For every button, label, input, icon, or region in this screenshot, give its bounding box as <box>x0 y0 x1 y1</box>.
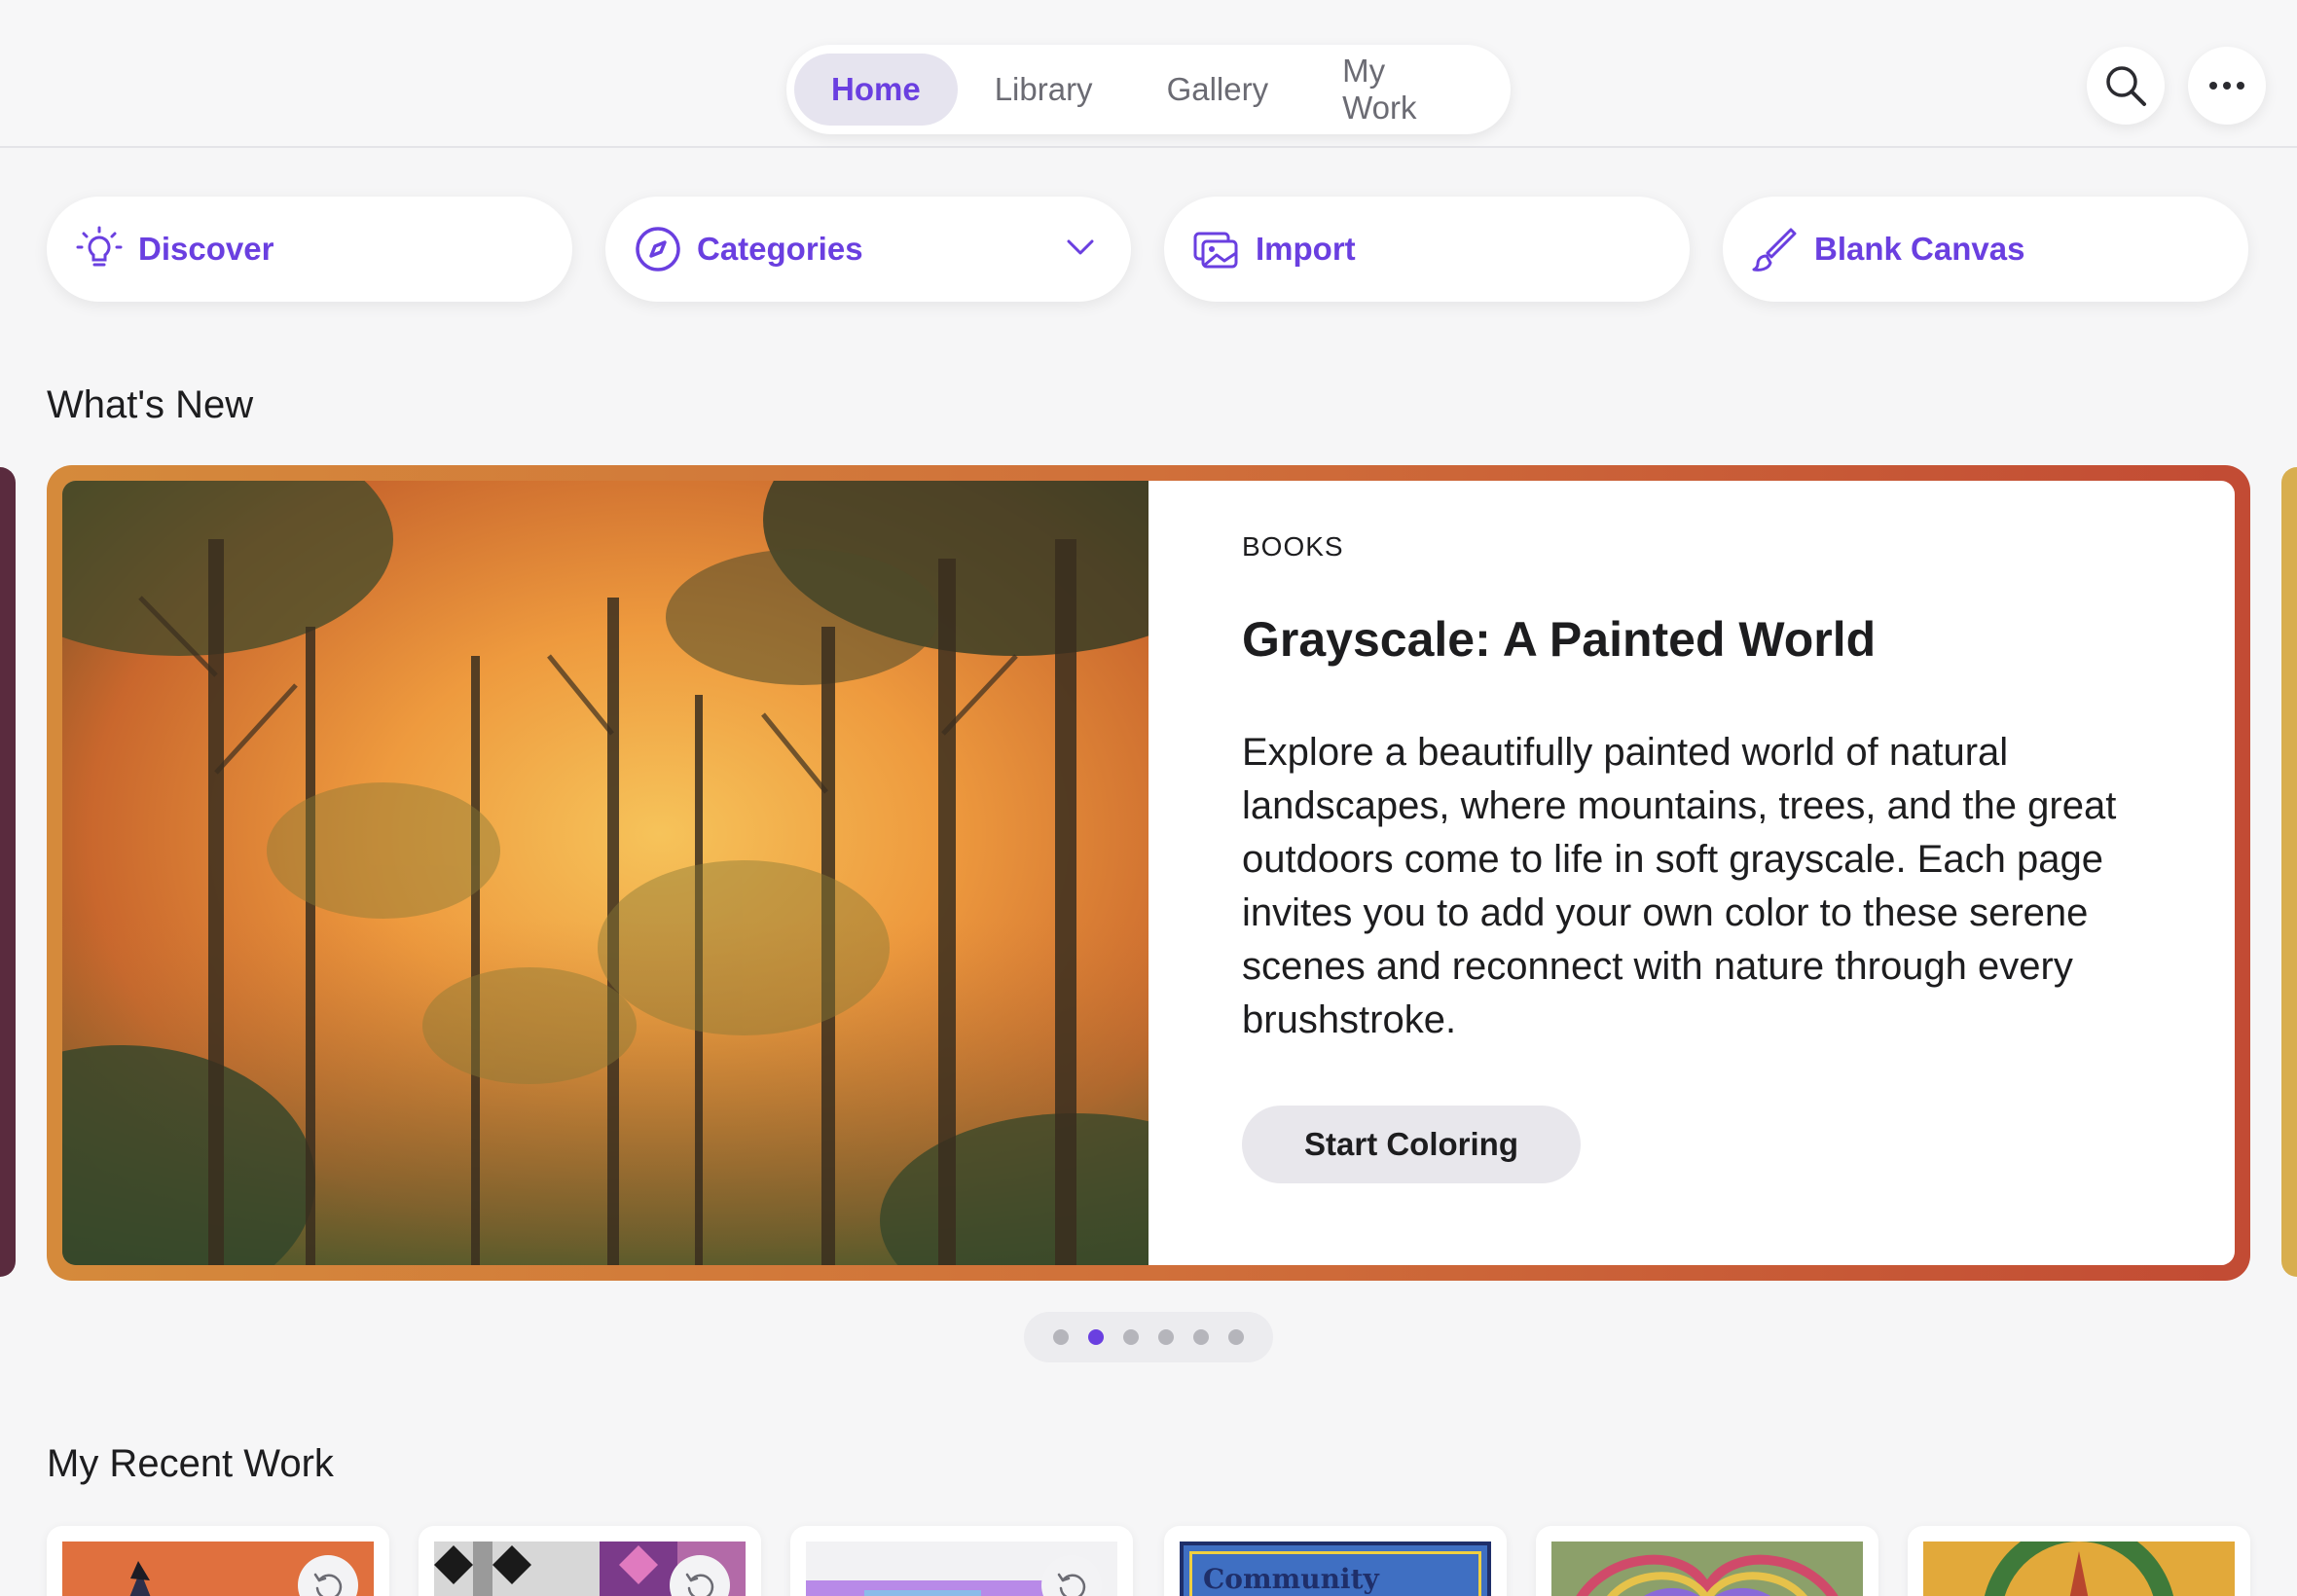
import-label: Import <box>1256 231 1356 267</box>
featured-category: BOOKS <box>1242 531 1344 562</box>
pager-dot[interactable] <box>1228 1329 1244 1345</box>
chevron-down-icon <box>1067 239 1094 255</box>
featured-title: Grayscale: A Painted World <box>1242 612 1877 667</box>
search-button[interactable] <box>2087 47 2165 125</box>
recent-work-item[interactable] <box>1908 1526 2250 1596</box>
images-icon <box>1193 226 1240 272</box>
import-button[interactable]: Import <box>1164 197 1690 302</box>
next-card-peek[interactable] <box>2281 467 2297 1277</box>
tab-my-work[interactable]: My Work <box>1305 53 1503 126</box>
blank-canvas-label: Blank Canvas <box>1814 231 2025 267</box>
pager-dot-active[interactable] <box>1088 1329 1104 1345</box>
revert-icon <box>685 1573 714 1596</box>
featured-artwork <box>62 481 1269 1265</box>
discover-button[interactable]: Discover <box>47 197 572 302</box>
featured-description: Explore a beautifully painted world of n… <box>1242 731 2117 1041</box>
artwork-thumbnail <box>434 1542 746 1596</box>
more-button[interactable] <box>2188 47 2266 125</box>
artwork-thumbnail <box>1551 1542 1863 1596</box>
artwork-thumbnail <box>62 1542 374 1596</box>
artwork-thumbnail-text: Community <box>1203 1563 1379 1595</box>
recent-work-item[interactable] <box>1536 1526 1878 1596</box>
recent-work-heading: My Recent Work <box>47 1442 334 1485</box>
recent-work-item[interactable] <box>47 1526 389 1596</box>
main-tab-bar: Home Library Gallery My Work <box>786 45 1511 134</box>
featured-card[interactable]: BOOKS Grayscale: A Painted World Explore… <box>47 465 2250 1281</box>
featured-card-body: BOOKS Grayscale: A Painted World Explore… <box>62 481 2235 1265</box>
paintbrush-icon <box>1752 226 1799 272</box>
recent-work-item[interactable]: Community <box>1164 1526 1507 1596</box>
more-horizontal-icon <box>2209 82 2244 90</box>
previous-card-peek[interactable] <box>0 467 16 1277</box>
pager-dot[interactable] <box>1053 1329 1069 1345</box>
revert-icon <box>1057 1573 1086 1596</box>
discover-label: Discover <box>138 231 274 267</box>
artwork-thumbnail <box>1923 1542 2235 1596</box>
artwork-thumbnail <box>806 1542 1117 1596</box>
tab-home[interactable]: Home <box>794 54 958 126</box>
tab-library[interactable]: Library <box>958 54 1130 126</box>
tab-gallery[interactable]: Gallery <box>1130 54 1306 126</box>
categories-label: Categories <box>697 231 863 267</box>
search-icon <box>2106 66 2146 106</box>
start-coloring-button[interactable]: Start Coloring <box>1242 1106 1581 1183</box>
carousel-pager <box>1024 1312 1273 1362</box>
recent-work-item[interactable] <box>419 1526 761 1596</box>
categories-dropdown[interactable]: Categories <box>605 197 1131 302</box>
pager-dot[interactable] <box>1193 1329 1209 1345</box>
artwork-thumbnail: Community <box>1180 1542 1491 1596</box>
pager-dot[interactable] <box>1123 1329 1139 1345</box>
compass-icon <box>635 226 681 272</box>
recent-work-item[interactable] <box>790 1526 1133 1596</box>
top-bar: Home Library Gallery My Work <box>0 0 2297 148</box>
whats-new-heading: What's New <box>47 383 254 426</box>
blank-canvas-button[interactable]: Blank Canvas <box>1723 197 2248 302</box>
pager-dot[interactable] <box>1158 1329 1174 1345</box>
revert-icon <box>313 1573 343 1596</box>
lightbulb-icon <box>76 226 123 272</box>
featured-text: BOOKS Grayscale: A Painted World Explore… <box>1148 481 2235 1265</box>
